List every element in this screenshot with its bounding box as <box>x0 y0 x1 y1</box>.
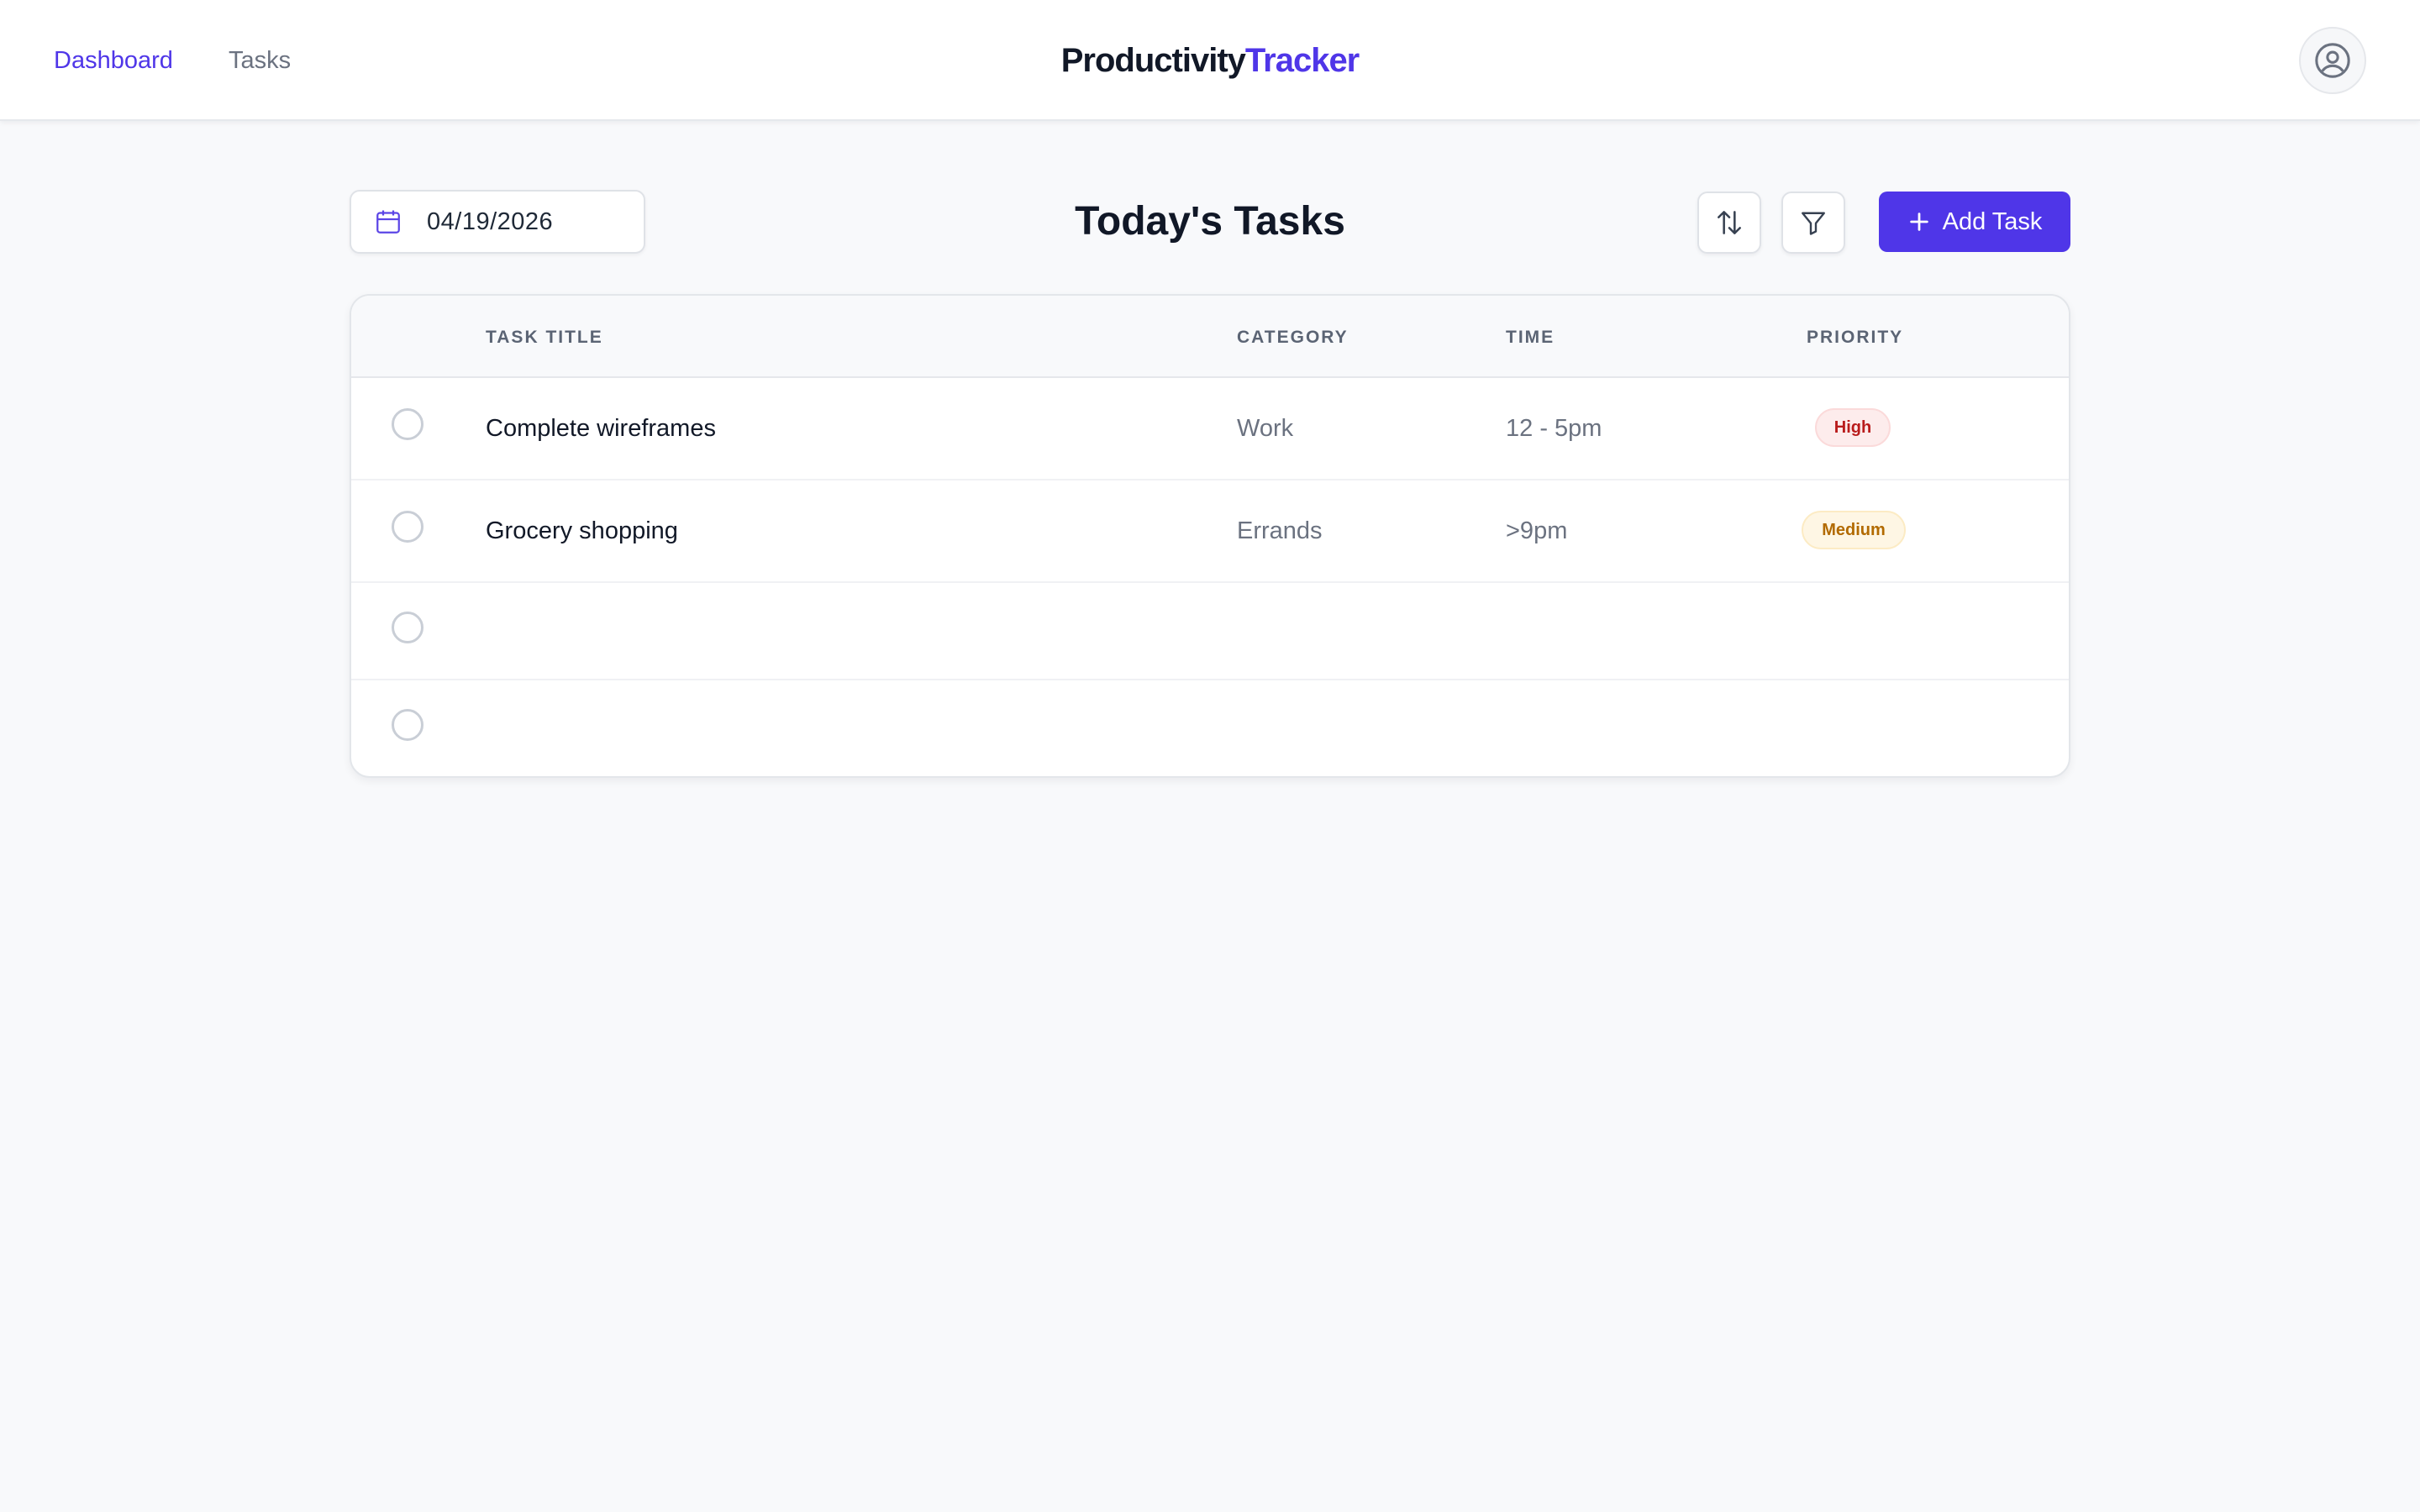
app-logo: ProductivityTracker <box>0 40 2420 81</box>
task-complete-checkbox[interactable] <box>392 612 424 643</box>
task-title: Grocery shopping <box>486 517 678 544</box>
column-header-priority: PRIORITY <box>1807 328 1904 347</box>
table-header: TASK TITLE CATEGORY TIME PRIORITY <box>351 296 2069 378</box>
date-picker[interactable]: 04/19/2026 <box>350 190 645 254</box>
priority-badge: High <box>1815 408 1891 447</box>
task-complete-checkbox[interactable] <box>392 408 424 440</box>
date-value: 04/19/2026 <box>427 207 554 235</box>
top-navigation-bar: Dashboard Tasks ProductivityTracker <box>0 0 2420 121</box>
priority-badge: Medium <box>1802 511 1906 549</box>
task-table: TASK TITLE CATEGORY TIME PRIORITY Comple… <box>350 294 2070 778</box>
task-category: Errands <box>1237 517 1323 544</box>
plus-icon <box>1907 210 1931 234</box>
filter-button[interactable] <box>1781 192 1845 254</box>
user-circle-icon <box>2315 43 2350 78</box>
column-header-time: TIME <box>1506 328 1555 347</box>
filter-icon <box>1802 212 1825 235</box>
task-time: 12 - 5pm <box>1506 415 1602 442</box>
table-row-empty <box>351 680 2069 776</box>
user-avatar-button[interactable] <box>2299 27 2366 94</box>
column-header-task-title: TASK TITLE <box>486 328 603 347</box>
app-logo-part-productivity: Productivity <box>1060 42 1246 79</box>
sort-arrows-icon <box>1718 211 1741 234</box>
column-header-category: CATEGORY <box>1237 328 1349 347</box>
calendar-icon <box>376 210 400 234</box>
table-row-empty <box>351 583 2069 680</box>
app-logo-part-tracker: Tracker <box>1244 42 1360 79</box>
sort-button[interactable] <box>1697 192 1761 254</box>
table-row: Complete wireframes Work 12 - 5pm High <box>351 378 2069 480</box>
add-task-button[interactable]: Add Task <box>1879 192 2070 252</box>
task-category: Work <box>1237 415 1294 442</box>
table-row: Grocery shopping Errands >9pm Medium <box>351 480 2069 583</box>
task-complete-checkbox[interactable] <box>392 511 424 543</box>
task-title: Complete wireframes <box>486 415 716 442</box>
task-time: >9pm <box>1506 517 1568 544</box>
task-complete-checkbox[interactable] <box>392 709 424 741</box>
add-task-label: Add Task <box>1942 207 2043 235</box>
